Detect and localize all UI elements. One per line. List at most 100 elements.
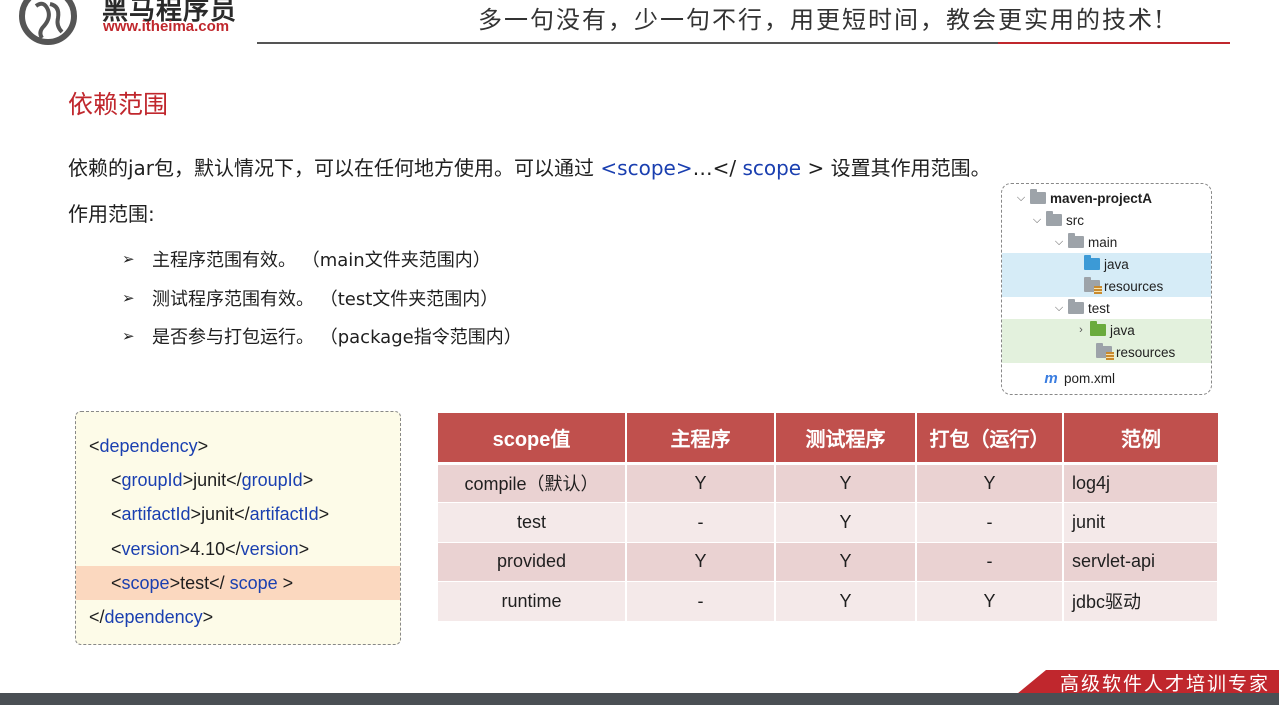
arrow-bullet-icon: ➢ xyxy=(122,288,135,307)
table-cell: - xyxy=(626,502,776,543)
source-folder-icon xyxy=(1084,255,1100,270)
bullet-text: 测试程序范围有效。 （test文件夹范围内） xyxy=(152,288,499,310)
code-tag: scope xyxy=(224,572,283,593)
maven-file-icon: m xyxy=(1044,369,1058,387)
list-item: ➢ 主程序范围有效。 （main文件夹范围内） xyxy=(122,240,522,279)
table-row: compile（默认） Y Y Y log4j xyxy=(438,463,1219,503)
table-header-row: scope值 主程序 测试程序 打包（运行） 范例 xyxy=(438,413,1218,465)
bullet-text: 主程序范围有效。 （main文件夹范围内） xyxy=(152,250,491,272)
code-value: 4.10 xyxy=(190,538,226,559)
folder-icon xyxy=(1068,233,1084,248)
tree-item-src[interactable]: ⌵ src xyxy=(1002,209,1211,231)
header-divider-accent xyxy=(998,42,1230,44)
chevron-down-icon[interactable]: ⌵ xyxy=(1052,236,1066,249)
tree-item-main-java[interactable]: java xyxy=(1002,253,1211,275)
column-header: 打包（运行） xyxy=(916,413,1064,465)
code-value: junit xyxy=(201,503,235,524)
code-line: <artifactId> junit </artifactId> xyxy=(111,503,330,524)
table-cell: - xyxy=(916,502,1064,543)
code-value: junit xyxy=(193,469,227,490)
code-line: <dependency> xyxy=(76,429,400,463)
chevron-down-icon[interactable]: ⌵ xyxy=(1014,192,1028,205)
list-item: ➢ 测试程序范围有效。 （test文件夹范围内） xyxy=(122,279,522,318)
code-tag: groupId xyxy=(121,469,183,490)
intro-before: 依赖的jar包，默认情况下，可以在任何地方使用。可以通过 xyxy=(68,156,601,180)
table-cell: Y xyxy=(775,502,917,543)
tree-label-main-java: java xyxy=(1104,256,1129,272)
code-dependency-open: <dependency> xyxy=(89,435,209,456)
code-tag: artifactId xyxy=(121,503,191,524)
tree-item-main[interactable]: ⌵ main xyxy=(1002,231,1211,253)
table-cell: servlet-api xyxy=(1063,542,1219,582)
table-row: provided Y Y - servlet-api xyxy=(438,542,1219,582)
logo: 黑马程序员 www.itheima.com xyxy=(14,0,246,46)
table-cell: log4j xyxy=(1063,463,1219,503)
code-line-highlighted: <scope> test </ scope > xyxy=(76,566,400,600)
code-tag: dependency xyxy=(99,435,198,456)
scope-bullet-list: ➢ 主程序范围有效。 （main文件夹范围内） ➢ 测试程序范围有效。 （test文… xyxy=(122,240,522,356)
slogan: 多一句没有，少一句不行，用更短时间，教会更实用的技术! xyxy=(478,6,1166,34)
tree-label-main-resources: resources xyxy=(1104,278,1164,294)
logo-horse-icon xyxy=(19,0,77,45)
arrow-bullet-icon: ➢ xyxy=(122,250,135,269)
section-title: 依赖范围 xyxy=(68,90,169,119)
column-header: scope值 xyxy=(438,413,627,465)
tree-item-project[interactable]: ⌵ maven-projectA xyxy=(1002,187,1211,209)
tree-label-pom: pom.xml xyxy=(1064,370,1116,386)
tree-label-main: main xyxy=(1088,234,1118,250)
table-cell: runtime xyxy=(438,581,627,622)
table-row: test - Y - junit xyxy=(438,502,1219,543)
table-cell: Y xyxy=(626,542,776,582)
chevron-down-icon[interactable]: ⌵ xyxy=(1052,302,1066,315)
code-line: <version> 4.10 </version> xyxy=(111,538,310,559)
test-source-folder-icon xyxy=(1090,321,1106,336)
project-tree: ⌵ maven-projectA ⌵ src ⌵ main java resou… xyxy=(1001,183,1212,395)
scope-table: scope值 主程序 测试程序 打包（运行） 范例 compile（默认） Y … xyxy=(438,413,1219,622)
resources-folder-icon xyxy=(1084,277,1102,294)
table-cell: test xyxy=(438,502,627,543)
table-cell: junit xyxy=(1063,502,1219,543)
folder-icon xyxy=(1068,299,1084,314)
table-cell: - xyxy=(626,581,776,622)
scope-label: 作用范围: xyxy=(68,202,155,226)
tree-item-test-java[interactable]: › java xyxy=(1002,319,1211,341)
code-line: </dependency> xyxy=(89,606,214,627)
tree-item-main-resources[interactable]: resources xyxy=(1002,275,1211,297)
table-cell: Y xyxy=(775,581,917,622)
table-cell: Y xyxy=(775,463,917,503)
intro-tag-close: scope xyxy=(742,156,802,180)
code-tag: dependency xyxy=(104,606,203,627)
code-tag: version xyxy=(240,538,299,559)
tree-label-test-resources: resources xyxy=(1116,344,1176,360)
code-line: <groupId> junit </groupId> xyxy=(111,469,314,490)
column-header: 主程序 xyxy=(626,413,776,465)
code-tag: groupId xyxy=(241,469,303,490)
table-cell: provided xyxy=(438,542,627,582)
intro-tag-open: <scope> xyxy=(600,156,693,180)
intro-middle: …</ xyxy=(692,156,743,180)
table-cell: Y xyxy=(775,542,917,582)
module-folder-icon xyxy=(1030,189,1046,204)
test-resources-folder-icon xyxy=(1096,343,1114,360)
table-cell: - xyxy=(916,542,1064,582)
logo-url: www.itheima.com xyxy=(103,18,230,35)
code-value: test xyxy=(180,572,210,593)
tree-item-test-resources[interactable]: resources xyxy=(1002,341,1211,363)
column-header: 范例 xyxy=(1063,413,1218,465)
table-cell: jdbc驱动 xyxy=(1063,581,1219,622)
tree-label-test-java: java xyxy=(1110,322,1135,338)
table-cell: Y xyxy=(916,581,1064,622)
folder-icon xyxy=(1046,211,1062,226)
tree-label-src: src xyxy=(1066,212,1084,228)
tree-item-pom[interactable]: m pom.xml xyxy=(1002,367,1211,389)
chevron-right-icon[interactable]: › xyxy=(1074,324,1088,336)
table-row: runtime - Y Y jdbc驱动 xyxy=(438,581,1219,622)
list-item: ➢ 是否参与打包运行。 （package指令范围内） xyxy=(122,317,522,356)
header-divider xyxy=(257,42,998,44)
dependency-code-block: <dependency> <groupId> junit </groupId> <a… xyxy=(75,411,401,645)
chevron-down-icon[interactable]: ⌵ xyxy=(1030,214,1044,227)
tree-item-test[interactable]: ⌵ test xyxy=(1002,297,1211,319)
tree-label-project: maven-projectA xyxy=(1050,190,1153,206)
table-cell: compile（默认） xyxy=(438,463,627,503)
column-header: 测试程序 xyxy=(775,413,917,465)
